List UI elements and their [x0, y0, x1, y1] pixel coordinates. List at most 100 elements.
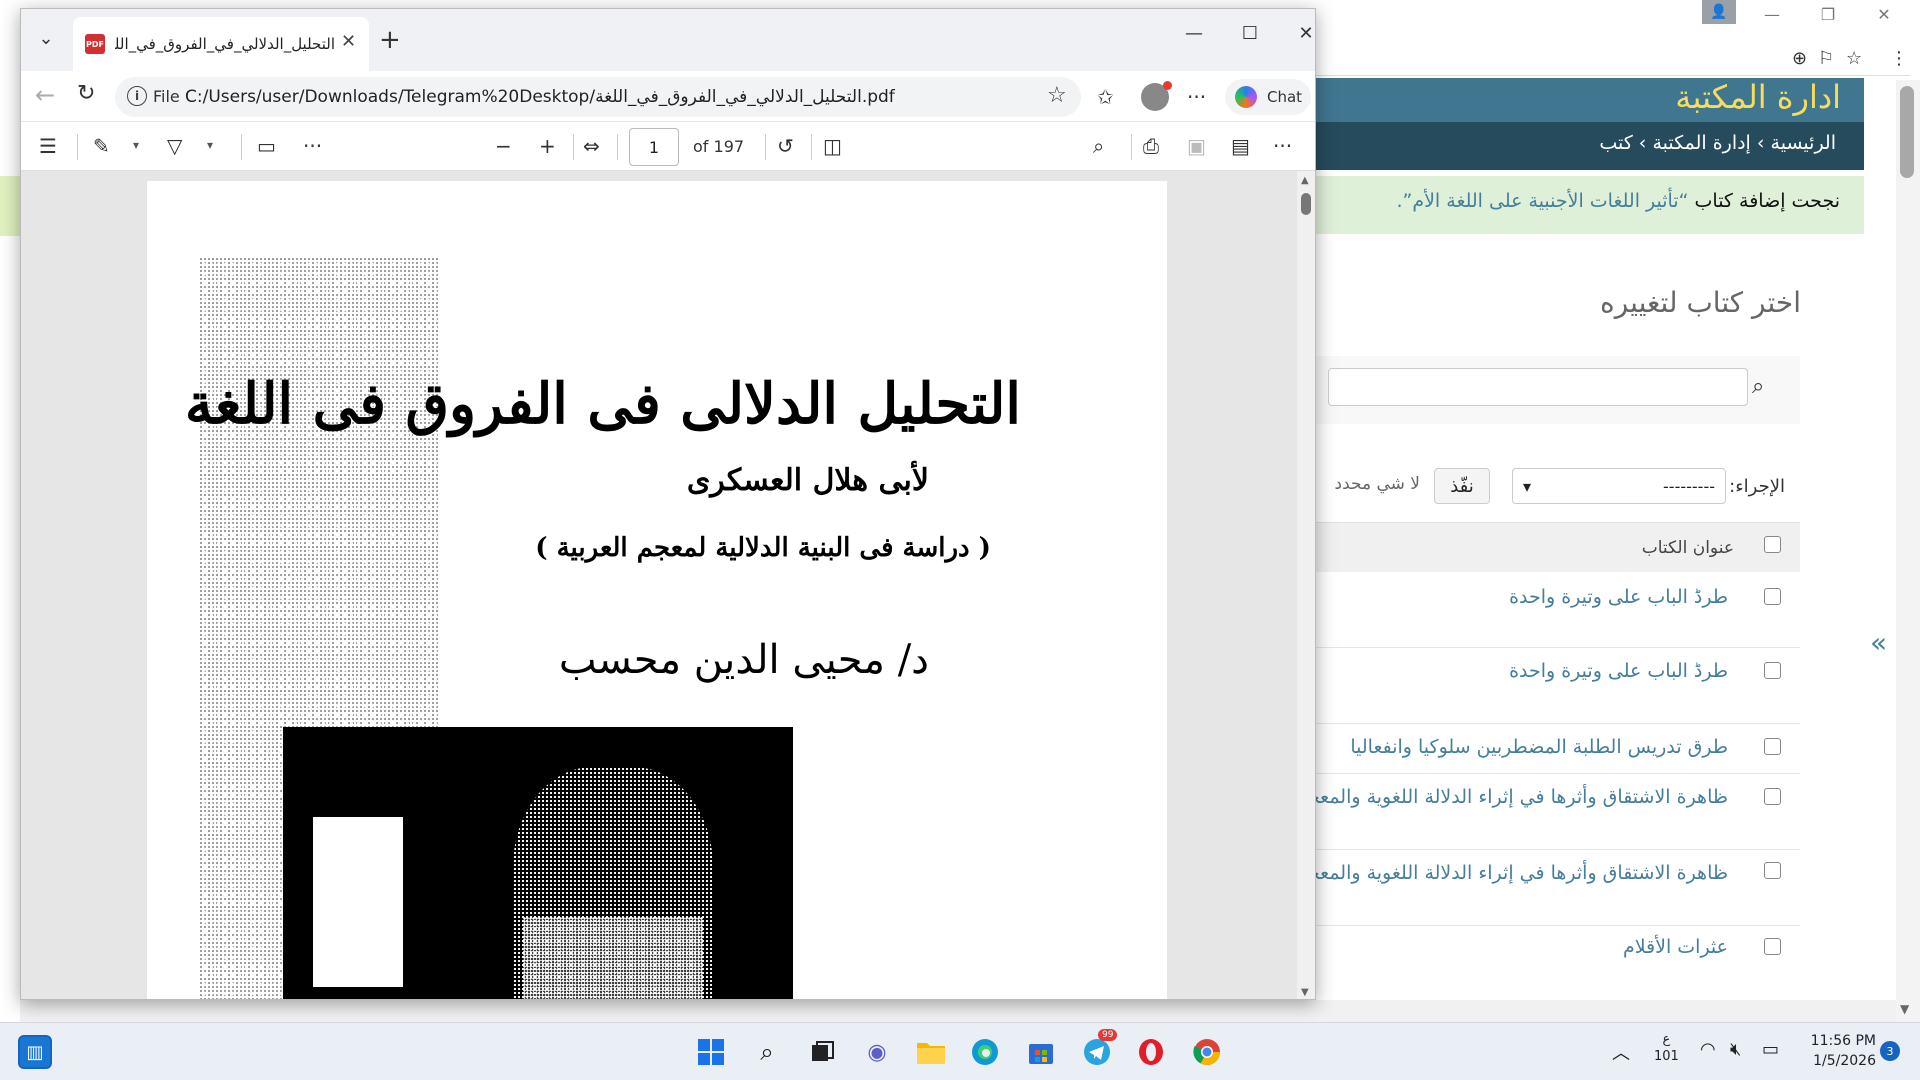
telegram-icon[interactable]: 99 [1080, 1029, 1118, 1069]
scrollbar-thumb[interactable] [1900, 86, 1914, 178]
sidebar-toggle-icon[interactable]: « [1870, 626, 1887, 659]
row-checkbox[interactable] [1764, 788, 1781, 805]
url-field[interactable]: i File C:/Users/user/Downloads/Telegram%… [115, 77, 1081, 117]
rotate-icon[interactable]: ↺ [777, 134, 794, 158]
copilot-icon [1235, 86, 1257, 108]
row-checkbox[interactable] [1764, 662, 1781, 679]
success-strip [0, 176, 20, 236]
draw-icon[interactable]: ▽ [167, 134, 182, 158]
contents-icon[interactable]: ☰ [39, 134, 57, 158]
site-title[interactable]: ادارة المكتبة [1675, 78, 1841, 116]
tray-overflow-icon[interactable]: ︿ [1612, 1039, 1630, 1065]
language-indicator[interactable]: ع 101 [1654, 1031, 1679, 1065]
menu-icon[interactable]: ⋮ [1890, 48, 1908, 69]
translate-icon[interactable]: ⚐ [1818, 48, 1834, 69]
collections-icon[interactable]: ✩ [1097, 85, 1114, 109]
breadcrumb-app[interactable]: إدارة المكتبة [1652, 132, 1750, 154]
start-icon[interactable] [694, 1035, 728, 1069]
mute-icon[interactable]: 🔇︎ [1730, 1039, 1741, 1060]
back-arrow-icon[interactable]: ← [35, 81, 55, 109]
chevron-down-icon: ▾ [1523, 476, 1532, 496]
page-number-input[interactable]: 1 [629, 128, 679, 166]
search-icon[interactable]: ⌕ [1093, 134, 1104, 158]
search-icon[interactable]: ⌕ [750, 1035, 784, 1069]
message-text: نجحت إضافة كتاب [1694, 190, 1840, 212]
zoom-out-icon[interactable]: − [495, 134, 512, 158]
select-all-checkbox[interactable] [1764, 536, 1781, 553]
row-checkbox[interactable] [1764, 938, 1781, 955]
row-checkbox[interactable] [1764, 738, 1781, 755]
teams-icon[interactable]: ◉ [860, 1035, 894, 1069]
scroll-up-icon[interactable]: ▲ [1301, 175, 1309, 186]
wifi-icon[interactable]: ◠ [1700, 1039, 1716, 1060]
search-icon[interactable]: ⌕ [1752, 374, 1764, 399]
action-label: الإجراء: [1729, 476, 1785, 497]
info-icon[interactable]: i [127, 86, 147, 106]
breadcrumb-home[interactable]: الرئيسية [1771, 132, 1836, 154]
save-as-icon[interactable]: ▤ [1231, 134, 1250, 158]
admin-omnibox[interactable]: ⊕ ⚐ ☆ ⋮ [1316, 40, 1910, 76]
file-explorer-icon[interactable] [914, 1035, 948, 1069]
go-button[interactable]: نفّذ [1434, 468, 1490, 504]
breadcrumb: الرئيسية › إدارة المكتبة › كتب [1316, 122, 1864, 170]
fit-width-icon[interactable]: ⇔ [583, 134, 600, 158]
book-link[interactable]: عثرات الأقلام [1623, 936, 1728, 958]
widgets-icon[interactable]: ▥ [18, 1035, 52, 1069]
restore-icon[interactable]: ❐ [1800, 0, 1856, 28]
close-tab-icon[interactable]: ✕ [341, 31, 356, 52]
column-header-title[interactable]: عنوان الكتاب [1642, 538, 1734, 558]
scrollbar-thumb[interactable] [1301, 193, 1311, 215]
pdf-scrollbar[interactable] [1297, 171, 1315, 999]
book-link[interactable]: طرڈ الباب على وتيرة واحدة [1509, 660, 1728, 682]
scroll-down-icon[interactable]: ▼ [1900, 1002, 1909, 1016]
ellipsis-icon[interactable]: ··· [303, 134, 322, 158]
opera-icon[interactable] [1134, 1035, 1168, 1069]
pdf-toolbar: ☰ ✎ ▾ ▽ ▾ ▭ ··· − + ⇔ 1 of 197 ↺ ◫ ⌕ ⎙ ▣… [21, 121, 1315, 171]
book-link[interactable]: ظاهرة الاشتقاق وأثرها في إثراء الدلالة ا… [1281, 786, 1728, 808]
action-select[interactable]: ▾ --------- [1512, 468, 1726, 504]
profile-icon[interactable]: 👤 [1702, 0, 1736, 24]
print-icon[interactable]: ⎙ [1143, 134, 1159, 158]
chevron-down-icon[interactable]: ▾ [133, 138, 139, 152]
minimize-icon[interactable]: — [1171, 23, 1217, 44]
close-icon[interactable]: ✕ [1856, 0, 1912, 28]
zoom-icon[interactable]: ⊕ [1792, 48, 1807, 69]
text-box-icon[interactable]: ▭ [257, 134, 276, 158]
highlight-icon[interactable]: ✎ [93, 134, 110, 158]
book-link[interactable]: طرق تدريس الطلبة المضطربين سلوكيا وانفعا… [1350, 736, 1728, 758]
chevron-down-icon[interactable]: ▾ [207, 138, 213, 152]
row-checkbox[interactable] [1764, 862, 1781, 879]
search-input[interactable] [1328, 368, 1748, 406]
clock[interactable]: 11:56 PM 1/5/2026 [1806, 1031, 1876, 1071]
zoom-in-icon[interactable]: + [539, 134, 556, 158]
notification-badge[interactable]: 3 [1880, 1041, 1900, 1061]
row-checkbox[interactable] [1764, 588, 1781, 605]
task-view-icon[interactable] [806, 1035, 840, 1069]
star-icon[interactable]: ☆ [1047, 83, 1067, 108]
tab-list-button[interactable]: ⌄ [27, 21, 65, 55]
edge-icon[interactable] [968, 1035, 1002, 1069]
ellipsis-icon[interactable]: ··· [1273, 134, 1292, 158]
store-icon[interactable] [1024, 1035, 1058, 1069]
ellipsis-icon[interactable]: ··· [1187, 85, 1206, 109]
save-icon[interactable]: ▣ [1187, 134, 1206, 158]
close-icon[interactable]: ✕ [1283, 23, 1315, 44]
url-text[interactable]: C:/Users/user/Downloads/Telegram%20Deskt… [185, 87, 1005, 107]
chrome-icon[interactable] [1190, 1035, 1224, 1069]
new-tab-button[interactable]: + [379, 25, 401, 55]
minimize-icon[interactable]: — [1744, 0, 1800, 28]
battery-icon[interactable]: ▭ [1762, 1039, 1779, 1060]
tab-pdf[interactable]: PDF التحليل_الدلالي_في_الفروق_في_اللغة.p… [73, 17, 369, 71]
book-link[interactable]: طرڈ الباب على وتيرة واحدة [1509, 586, 1728, 608]
url-scheme: File [153, 87, 180, 106]
chevron-down-icon: ⌄ [38, 27, 54, 49]
star-icon[interactable]: ☆ [1846, 48, 1862, 69]
reload-icon[interactable]: ↻ [77, 81, 95, 106]
maximize-icon[interactable]: ☐ [1227, 23, 1273, 44]
copilot-button[interactable]: Chat [1225, 79, 1311, 115]
message-book-link[interactable]: “تأثير اللغات الأجنبية على اللغة الأم”. [1396, 190, 1688, 212]
page-view-icon[interactable]: ◫ [823, 134, 842, 158]
scroll-down-icon[interactable]: ▼ [1301, 987, 1309, 998]
book-link[interactable]: ظاهرة الاشتقاق وأثرها في إثراء الدلالة ا… [1281, 862, 1728, 884]
page-scrollbar[interactable] [1896, 80, 1920, 1022]
